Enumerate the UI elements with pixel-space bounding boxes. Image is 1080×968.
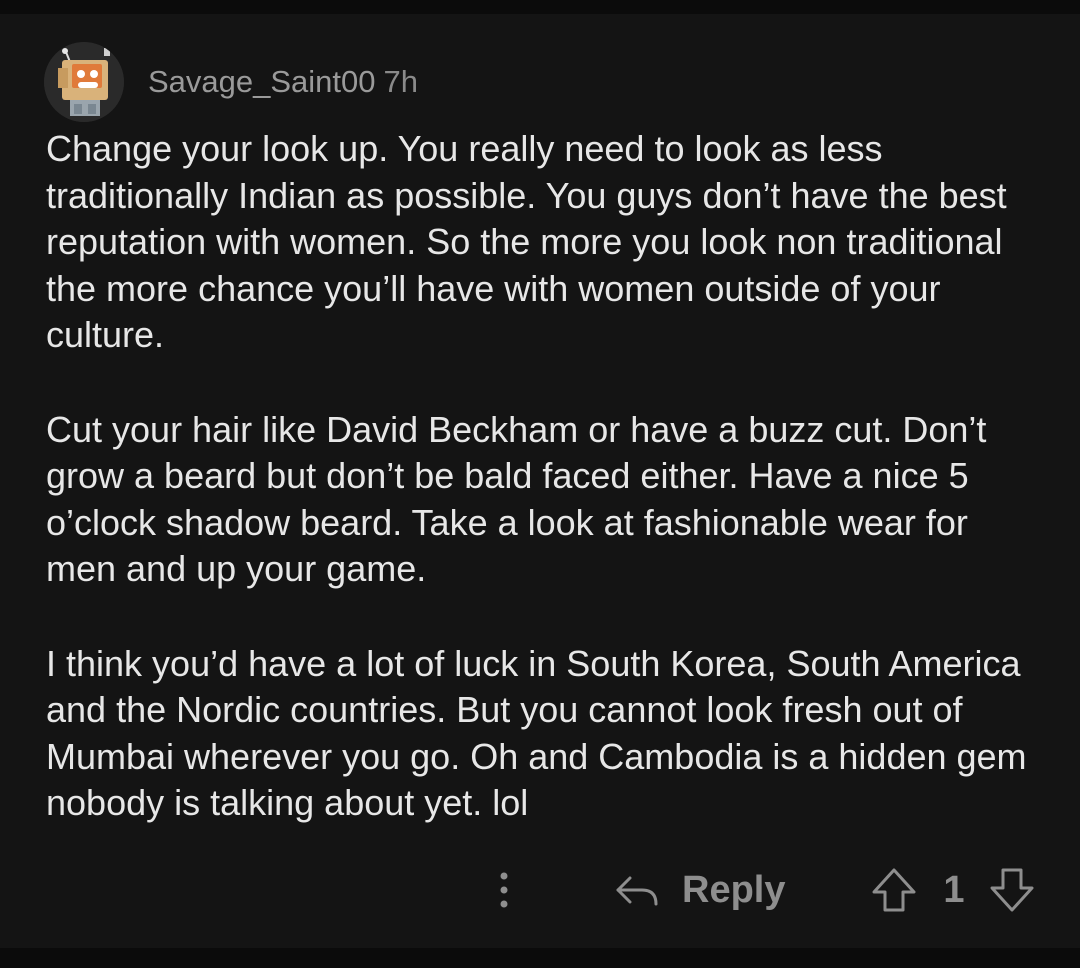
upvote-arrow-icon — [872, 868, 916, 912]
downvote-arrow-icon — [990, 868, 1034, 912]
user-avatar[interactable] — [44, 42, 124, 122]
upvote-button[interactable] — [868, 864, 920, 916]
more-options-button[interactable] — [486, 866, 522, 914]
comment-body: Change your look up. You really need to … — [46, 126, 1046, 827]
downvote-button[interactable] — [986, 864, 1038, 916]
robot-avatar-icon — [44, 42, 124, 122]
comment-paragraph: Change your look up. You really need to … — [46, 128, 1007, 355]
comment-paragraph: I think you’d have a lot of luck in Sout… — [46, 642, 1027, 824]
timestamp: 7h — [383, 64, 419, 99]
comment-actions: Reply 1 — [0, 860, 1080, 920]
reply-arrow-icon — [616, 876, 658, 906]
reply-label: Reply — [682, 868, 786, 911]
more-vertical-icon — [500, 872, 508, 908]
username[interactable]: Savage_Saint00 — [148, 64, 376, 99]
comment-paragraph: Cut your hair like David Beckham or have… — [46, 408, 987, 590]
vote-score: 1 — [943, 869, 965, 911]
reply-button[interactable]: Reply — [612, 864, 785, 916]
comment-card: Savage_Saint00 7h Change your look up. Yo… — [0, 14, 1080, 948]
comment-meta: Savage_Saint00 7h — [148, 64, 418, 100]
